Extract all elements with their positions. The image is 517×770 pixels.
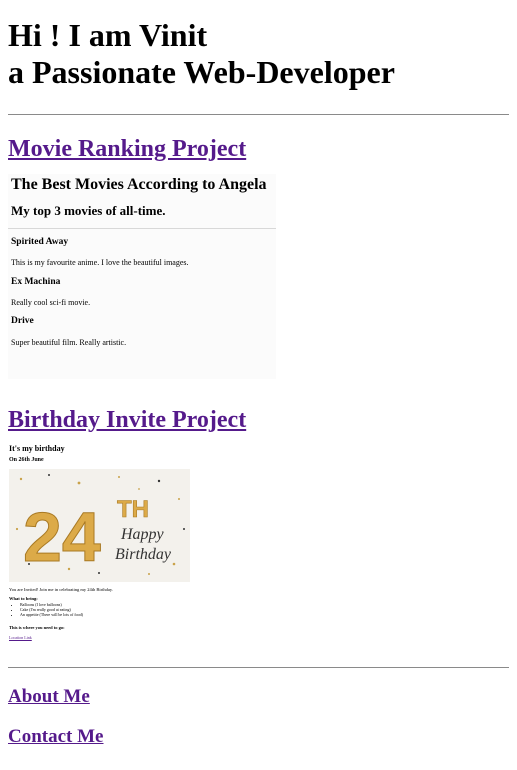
movie-description: Super beautiful film. Really artistic. bbox=[11, 338, 127, 347]
invite-text: You are Invited! Join me in celebrating … bbox=[9, 587, 113, 592]
balloon-th: TH bbox=[117, 496, 149, 523]
where-label: This is where you need to go: bbox=[9, 625, 65, 630]
birthday-heading: It's my birthday bbox=[9, 444, 65, 453]
balloon-number: 24 bbox=[23, 498, 101, 576]
movie-description: Really cool sci-fi movie. bbox=[11, 298, 91, 307]
birthday-date: On 26th June bbox=[9, 457, 44, 463]
movie-project-link[interactable]: Movie Ranking Project bbox=[8, 136, 246, 162]
bring-label: What to bring: bbox=[9, 596, 38, 601]
preview-heading: The Best Movies According to Angela bbox=[11, 176, 267, 193]
movie-title: Ex Machina bbox=[11, 277, 61, 287]
divider-bottom bbox=[8, 667, 509, 668]
hero-line-2: a Passionate Web-Developer bbox=[8, 54, 395, 90]
movie-description: This is my favourite anime. I love the b… bbox=[11, 258, 189, 267]
contact-me-link[interactable]: Contact Me bbox=[8, 726, 104, 747]
birthday-project-heading: Birthday Invite Project bbox=[8, 406, 509, 434]
movie-title: Spirited Away bbox=[11, 237, 69, 247]
preview-subheading: My top 3 movies of all-time. bbox=[11, 203, 166, 218]
movie-title: Drive bbox=[11, 316, 34, 326]
birthday-balloon-image: 24 TH Happy Birthday bbox=[9, 469, 190, 582]
hero-heading: Hi ! I am Vinit a Passionate Web-Develop… bbox=[8, 0, 509, 91]
movie-project-heading: Movie Ranking Project bbox=[8, 135, 509, 163]
birthday-project-preview[interactable]: It's my birthday On 26th June 24 TH Happ… bbox=[8, 442, 198, 652]
divider-top bbox=[8, 114, 509, 115]
movie-project-preview[interactable]: The Best Movies According to Angela My t… bbox=[8, 174, 276, 379]
bring-list: Balloons (I love balloons) Cake (I'm rea… bbox=[14, 602, 83, 617]
preview-divider bbox=[8, 228, 276, 229]
balloon-birthday: Birthday bbox=[115, 546, 172, 563]
contact-heading: Contact Me bbox=[8, 726, 509, 748]
about-heading: About Me bbox=[8, 686, 509, 708]
about-me-link[interactable]: About Me bbox=[8, 686, 90, 707]
list-item: An appetite (There will be lots of food) bbox=[20, 612, 83, 617]
balloon-happy: Happy bbox=[120, 526, 165, 543]
birthday-project-link[interactable]: Birthday Invite Project bbox=[8, 407, 246, 433]
location-link[interactable]: Location Link bbox=[9, 635, 32, 640]
hero-line-1: Hi ! I am Vinit bbox=[8, 17, 208, 53]
